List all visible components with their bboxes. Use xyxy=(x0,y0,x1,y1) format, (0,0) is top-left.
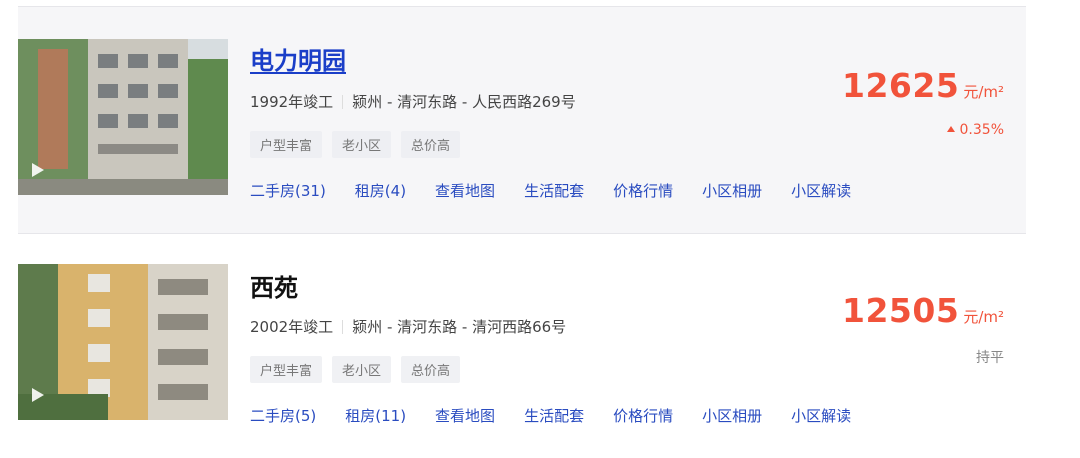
community-name[interactable]: 电力明园 xyxy=(250,41,346,76)
community-photo[interactable] xyxy=(18,264,228,420)
action-links: 二手房(5) 租房(11) 查看地图 生活配套 价格行情 小区相册 小区解读 xyxy=(250,405,880,426)
community-name[interactable]: 西苑 xyxy=(250,268,298,303)
location: 颍州 - 清河东路 - 清河西路66号 xyxy=(352,318,567,336)
change-value: 持平 xyxy=(976,350,1004,366)
build-year: 2002年竣工 xyxy=(250,318,334,336)
rent-link[interactable]: 租房(4) xyxy=(355,180,406,201)
tag: 总价高 xyxy=(401,131,461,158)
amenities-link[interactable]: 生活配套 xyxy=(524,180,584,201)
divider xyxy=(342,95,344,109)
price-trend-link[interactable]: 价格行情 xyxy=(613,180,673,201)
price-change: 0.35% xyxy=(946,122,1004,138)
tag: 户型丰富 xyxy=(250,131,323,158)
price-value: 12625 xyxy=(842,66,960,105)
rent-link[interactable]: 租房(11) xyxy=(345,405,406,426)
build-year: 1992年竣工 xyxy=(250,93,334,111)
community-photo[interactable] xyxy=(18,39,228,195)
triangle-up-icon xyxy=(946,126,955,132)
price-unit: 元/m² xyxy=(963,83,1004,101)
analysis-link[interactable]: 小区解读 xyxy=(791,180,851,201)
location: 颍州 - 清河东路 - 人民西路269号 xyxy=(352,93,576,111)
divider xyxy=(342,320,344,334)
change-value: 0.35% xyxy=(959,122,1004,138)
map-link[interactable]: 查看地图 xyxy=(435,405,495,426)
tag-list: 户型丰富 老小区 总价高 xyxy=(250,131,461,158)
tag-list: 户型丰富 老小区 总价高 xyxy=(250,356,461,383)
secondhand-link[interactable]: 二手房(5) xyxy=(250,405,316,426)
community-card[interactable]: 西苑 2002年竣工 颍州 - 清河东路 - 清河西路66号 户型丰富 老小区 总… xyxy=(18,232,1026,458)
tag: 老小区 xyxy=(332,356,392,383)
price-trend-link[interactable]: 价格行情 xyxy=(613,405,673,426)
community-meta: 2002年竣工 颍州 - 清河东路 - 清河西路66号 xyxy=(250,316,566,337)
tag: 总价高 xyxy=(401,356,461,383)
action-links: 二手房(31) 租房(4) 查看地图 生活配套 价格行情 小区相册 小区解读 xyxy=(250,180,880,201)
price-unit: 元/m² xyxy=(963,308,1004,326)
tag: 老小区 xyxy=(332,131,392,158)
community-card[interactable]: 电力明园 1992年竣工 颍州 - 清河东路 - 人民西路269号 户型丰富 老小… xyxy=(18,6,1026,234)
analysis-link[interactable]: 小区解读 xyxy=(791,405,851,426)
play-icon[interactable] xyxy=(32,163,44,177)
album-link[interactable]: 小区相册 xyxy=(702,180,762,201)
secondhand-link[interactable]: 二手房(31) xyxy=(250,180,326,201)
tag: 户型丰富 xyxy=(250,356,323,383)
price-value: 12505 xyxy=(842,291,960,330)
play-icon[interactable] xyxy=(32,388,44,402)
building-photo-image xyxy=(18,264,228,420)
building-photo-image xyxy=(18,39,228,195)
amenities-link[interactable]: 生活配套 xyxy=(524,405,584,426)
map-link[interactable]: 查看地图 xyxy=(435,180,495,201)
price-change: 持平 xyxy=(976,347,1004,367)
price: 12505 元/m² xyxy=(842,291,1004,330)
community-meta: 1992年竣工 颍州 - 清河东路 - 人民西路269号 xyxy=(250,91,576,112)
price: 12625 元/m² xyxy=(842,66,1004,105)
community-list: 电力明园 1992年竣工 颍州 - 清河东路 - 人民西路269号 户型丰富 老小… xyxy=(0,0,1080,450)
album-link[interactable]: 小区相册 xyxy=(702,405,762,426)
